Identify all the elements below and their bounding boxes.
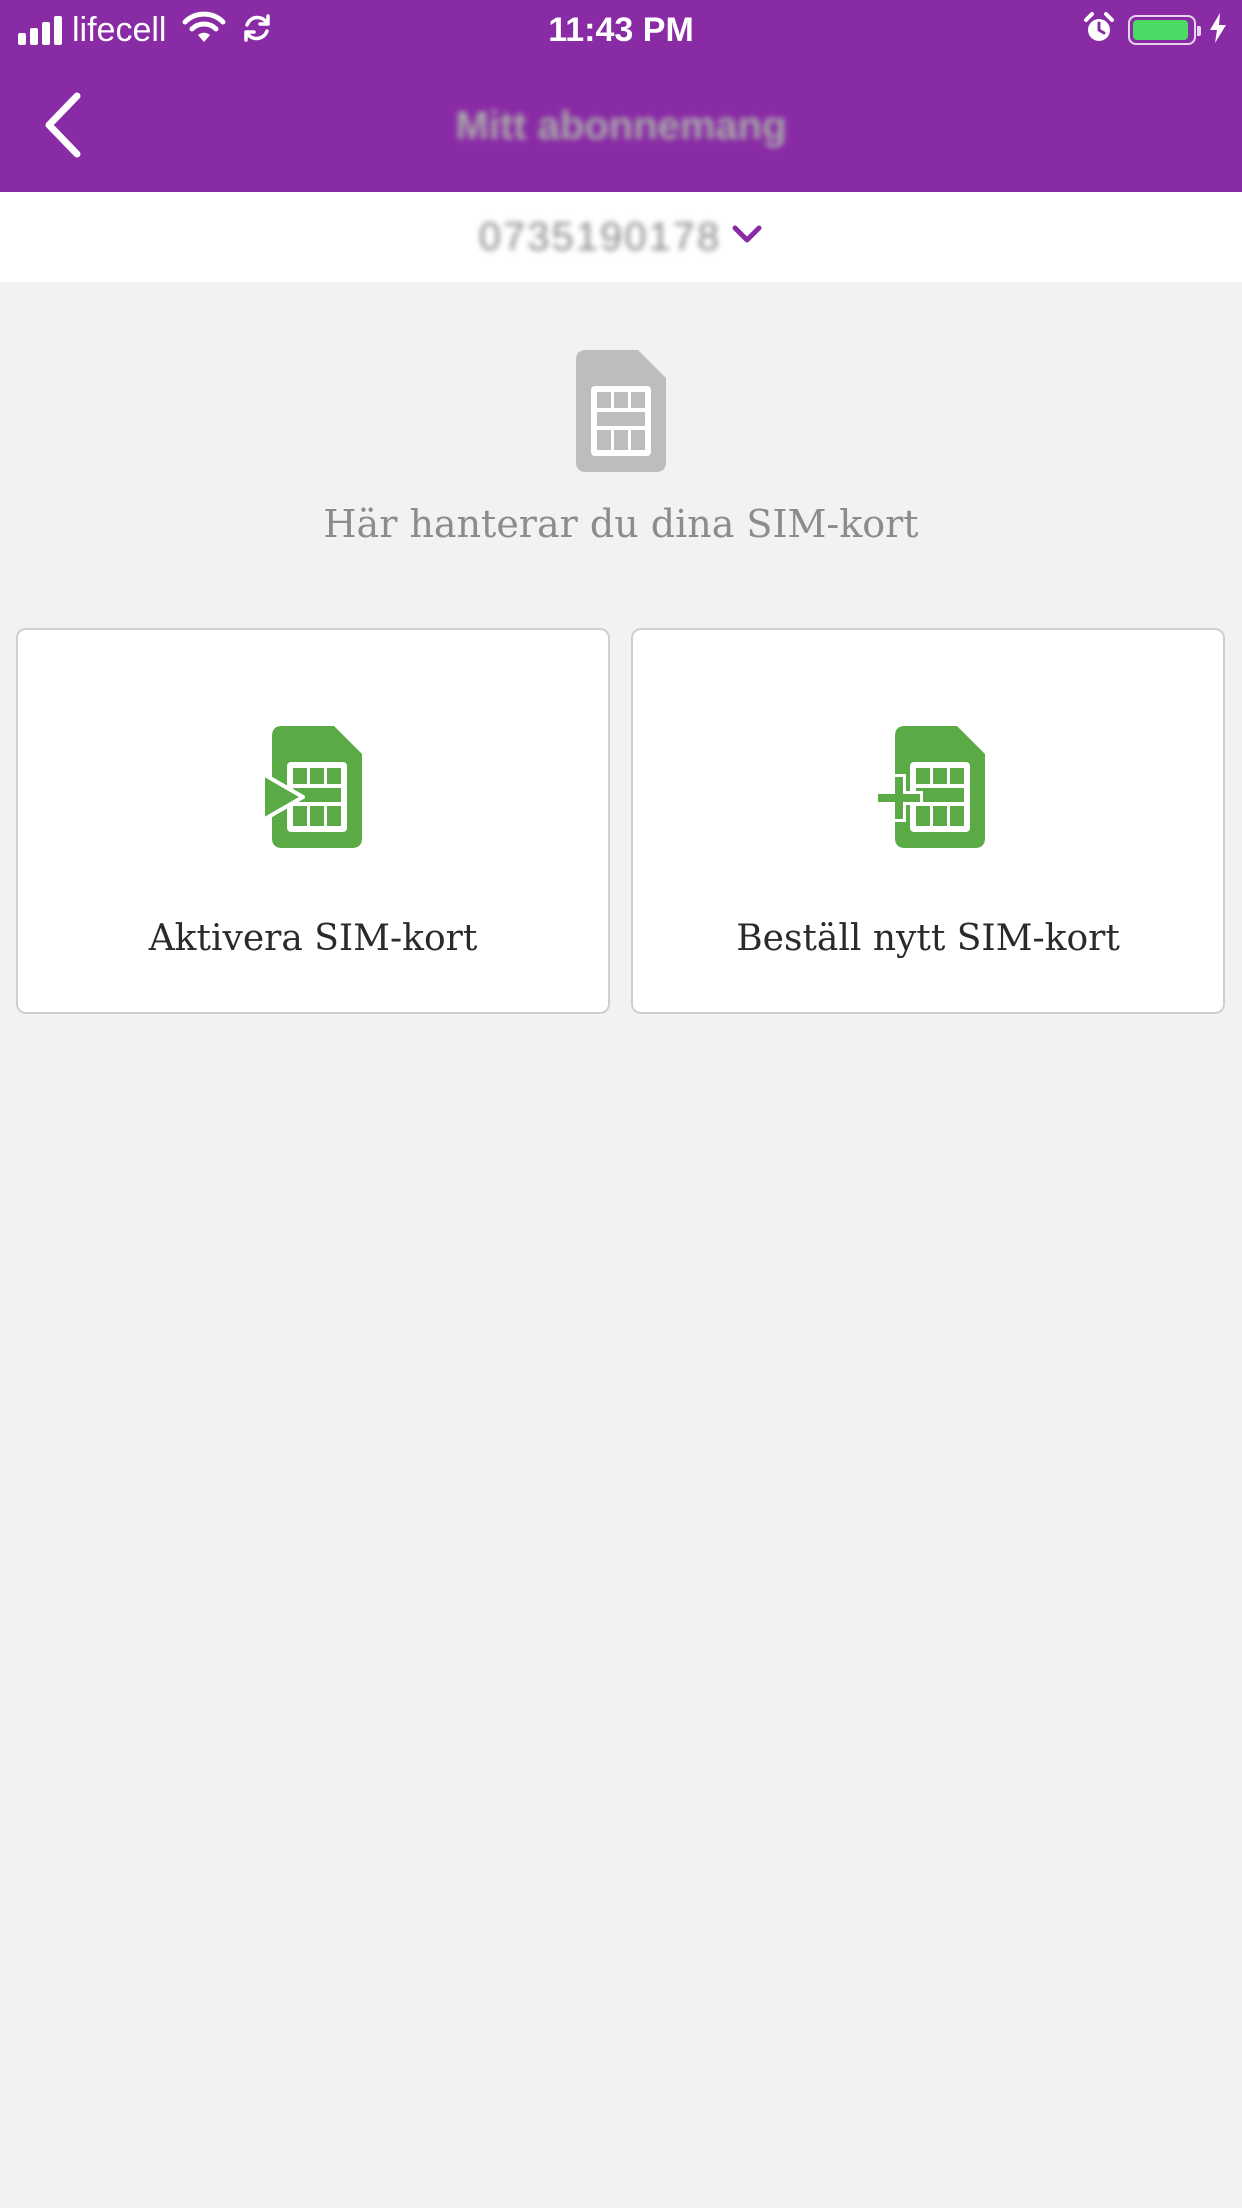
status-right: [1082, 0, 1228, 60]
alarm-icon: [1082, 11, 1116, 50]
order-sim-card-button[interactable]: Beställ nytt SIM-kort: [631, 628, 1225, 1014]
nav-bar: Mitt abonnemang: [0, 60, 1242, 192]
page-title: Mitt abonnemang: [455, 104, 787, 148]
status-bar: lifecell 11:43 PM: [0, 0, 1242, 60]
activate-sim-label: Aktivera SIM-kort: [148, 918, 478, 959]
intro-text: Här hanterar du dina SIM-kort: [323, 502, 919, 546]
sim-add-icon: [870, 726, 986, 853]
subscription-selector[interactable]: 0735190178: [0, 192, 1242, 282]
battery-icon: [1128, 15, 1201, 45]
battery-fill: [1133, 20, 1188, 40]
activate-sim-card-button[interactable]: Aktivera SIM-kort: [16, 628, 610, 1014]
chevron-down-icon: [731, 224, 763, 251]
phone-number: 0735190178: [478, 214, 722, 259]
sim-activate-icon: [261, 726, 363, 853]
charging-icon: [1208, 11, 1228, 50]
status-time: 11:43 PM: [548, 11, 694, 49]
order-sim-label: Beställ nytt SIM-kort: [736, 918, 1120, 959]
sim-card-icon: [576, 350, 666, 477]
